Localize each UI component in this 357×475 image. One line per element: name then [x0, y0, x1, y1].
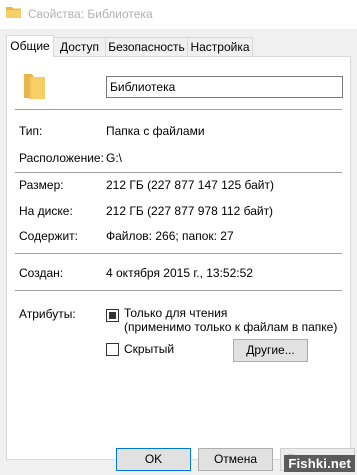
tab-security[interactable]: Безопасность: [105, 37, 188, 56]
divider: [15, 109, 342, 110]
divider: [15, 290, 342, 291]
contains-label: Содержит:: [19, 229, 78, 243]
contains-value: Файлов: 266; папок: 27: [106, 229, 234, 243]
folder-icon: [24, 74, 45, 99]
size-label: Размер:: [19, 178, 64, 192]
size-value: 212 ГБ (227 877 147 125 байт): [106, 178, 274, 192]
tab-general[interactable]: Общие: [6, 35, 54, 57]
divider: [15, 172, 342, 173]
folder-name-field[interactable]: Библиотека: [106, 76, 343, 98]
readonly-label: Только для чтения: [124, 306, 228, 320]
created-value: 4 октября 2015 г., 13:52:52: [106, 266, 253, 280]
title-bar[interactable]: Свойства: Библиотека: [0, 0, 357, 29]
type-value: Папка с файлами: [106, 124, 205, 138]
dialog-client: Общие Доступ Безопасность Настройка Библ…: [0, 29, 357, 475]
watermark-logo: Fishki.net: [284, 455, 355, 472]
size-on-disk-label: На диске:: [19, 204, 73, 218]
readonly-checkbox[interactable]: [106, 309, 119, 322]
attributes-label: Атрибуты:: [19, 307, 76, 321]
tab-strip: Общие Доступ Безопасность Настройка: [6, 35, 351, 57]
readonly-note: (применимо только к файлам в папке): [124, 320, 338, 334]
location-label: Расположение:: [19, 151, 104, 165]
type-label: Тип:: [19, 124, 43, 138]
tab-customize[interactable]: Настройка: [187, 37, 253, 56]
ok-button[interactable]: OK: [116, 448, 191, 471]
hidden-label: Скрытый: [124, 342, 175, 356]
size-on-disk-value: 212 ГБ (227 877 978 112 байт): [106, 204, 274, 218]
hidden-checkbox[interactable]: [106, 343, 119, 356]
divider: [15, 253, 342, 254]
cancel-button[interactable]: Отмена: [198, 448, 273, 471]
indeterminate-mark: [109, 312, 116, 319]
general-panel: Библиотека Тип: Папка с файлами Располож…: [6, 56, 351, 460]
folder-icon: [6, 7, 21, 18]
tab-sharing[interactable]: Доступ: [53, 37, 106, 56]
location-value: G:\: [106, 151, 123, 165]
created-label: Создан:: [19, 266, 64, 280]
advanced-button[interactable]: Другие...: [233, 339, 308, 362]
window-title: Свойства: Библиотека: [28, 7, 153, 21]
